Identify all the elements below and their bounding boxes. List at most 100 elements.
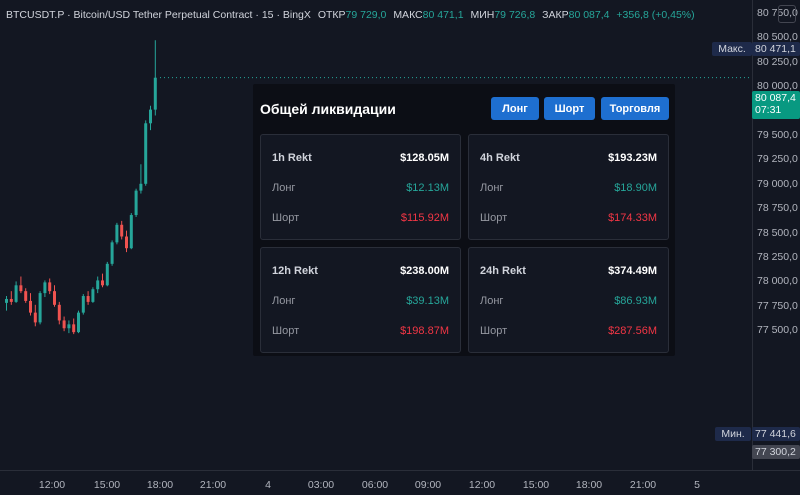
low-value: 79 726,8 — [494, 9, 536, 21]
time-axis[interactable]: 12:00 15:00 18:00 21:00 4 03:00 06:00 09:00 12:0… — [0, 470, 800, 495]
short-value: $115.92M — [400, 212, 449, 224]
short-label: Шорт — [272, 325, 300, 337]
long-button[interactable]: Лонг — [491, 97, 539, 120]
short-value: $174.33M — [608, 212, 657, 224]
candle-body — [14, 285, 18, 302]
candle-body — [72, 324, 76, 333]
time-tick-label: 09:00 — [414, 479, 442, 491]
long-label: Лонг — [480, 295, 504, 307]
price-tick-label: 77 750,0 — [757, 299, 798, 312]
min-price-value: 77 441,6 — [752, 427, 800, 441]
time-tick-label: 18:00 — [146, 479, 174, 491]
period-label: 12h Rekt — [272, 265, 318, 277]
short-label: Шорт — [272, 212, 300, 224]
candle-body — [77, 312, 80, 333]
candle-body — [96, 280, 100, 290]
candle-body — [38, 293, 42, 323]
close-value: 80 087,4 — [568, 9, 610, 21]
low-price-label: 77 300,2 — [752, 445, 800, 459]
price-tick-label: 78 250,0 — [757, 251, 798, 263]
candle-body — [57, 304, 61, 321]
total-value: $128.05M — [400, 152, 449, 164]
interval: 15 — [261, 9, 274, 21]
price-tick-label: 79 250,0 — [757, 153, 798, 166]
time-tick-label: 18:00 — [575, 479, 603, 491]
high-value: 80 471,1 — [422, 9, 464, 21]
total-value: $374.49M — [608, 265, 657, 277]
open-value: 79 729,0 — [345, 9, 387, 21]
short-button[interactable]: Шорт — [544, 97, 595, 120]
long-label: Лонг — [272, 295, 296, 307]
period-label: 4h Rekt — [480, 152, 520, 164]
time-tick-label: 15:00 — [522, 479, 550, 491]
candle-body — [139, 183, 143, 191]
open-label: ОТКР — [317, 9, 346, 21]
time-tick-label: 12:00 — [38, 479, 66, 491]
liquidation-title: Общей ликвидации — [260, 101, 396, 117]
price-axis[interactable]: 80 750,080 500,080 250,080 000,079 750,0… — [752, 0, 800, 470]
trade-button[interactable]: Торговля — [601, 97, 669, 120]
candle-body — [110, 242, 114, 264]
long-value: $18.90M — [614, 182, 657, 194]
liquidation-card-4h: 4h Rekt $193.23M Лонг $18.90M Шорт $174.33M — [468, 134, 669, 240]
short-label: Шорт — [480, 212, 508, 224]
long-value: $12.13M — [406, 182, 449, 194]
long-label: Лонг — [480, 182, 504, 194]
long-value: $86.93M — [614, 295, 657, 307]
price-tick-label: 80 250,0 — [757, 55, 798, 68]
candle-body — [120, 224, 124, 237]
price-tick-label: 79 000,0 — [757, 177, 798, 190]
high-label: МАКС — [393, 9, 423, 21]
candle-body — [81, 296, 85, 313]
time-tick-label: 21:00 — [629, 479, 657, 491]
candle-body — [24, 291, 28, 301]
candle-body — [129, 215, 133, 249]
min-price-tag: Мин. — [715, 427, 751, 441]
candle-body — [19, 285, 23, 292]
long-label: Лонг — [272, 182, 296, 194]
candle-body — [67, 324, 71, 329]
candle-body — [115, 224, 119, 243]
max-price-value: 80 471,1 — [752, 42, 800, 56]
liquidation-card-12h: 12h Rekt $238.00M Лонг $39.13M Шорт $198.87… — [260, 247, 461, 353]
time-tick-label: 12:00 — [468, 479, 496, 491]
exchange: BingX — [282, 9, 311, 21]
candle-body — [5, 298, 8, 303]
period-label: 24h Rekt — [480, 265, 526, 277]
time-tick-label: 06:00 — [361, 479, 389, 491]
last-price-badge: 80 087,4 07:31 — [752, 91, 800, 119]
price-tick-label: 78 750,0 — [757, 202, 798, 215]
candle-body — [105, 263, 109, 286]
candle-body — [33, 312, 37, 323]
candle-body — [134, 190, 138, 216]
low-label: МИН — [470, 9, 495, 21]
settings-gear-icon[interactable] — [778, 5, 796, 23]
time-tick-label: 5 — [694, 479, 700, 491]
liquidation-card-24h: 24h Rekt $374.49M Лонг $86.93M Шорт $287.56… — [468, 247, 669, 353]
candle-body — [125, 236, 128, 249]
symbol-legend: BTCUSDT.P · Bitcoin/USD Tether Perpetual… — [6, 9, 695, 21]
candle-body — [149, 109, 152, 124]
symbol-description: Bitcoin/USD Tether Perpetual Contract — [73, 9, 253, 21]
time-tick-label: 03:00 — [307, 479, 335, 491]
candle-body — [91, 289, 95, 302]
candle-body — [101, 280, 104, 286]
bar-countdown: 07:31 — [755, 104, 782, 116]
close-label: ЗАКР — [542, 9, 569, 21]
short-label: Шорт — [480, 325, 508, 337]
price-tick-label: 79 500,0 — [757, 129, 798, 141]
candle-body — [29, 300, 32, 313]
candle-body — [48, 282, 52, 292]
candle-body — [43, 282, 47, 294]
time-tick-label: 21:00 — [199, 479, 227, 491]
candle-body — [62, 320, 66, 329]
total-value: $238.00M — [400, 265, 449, 277]
candle-body — [86, 296, 90, 302]
change-value: +356,8 (+0,45%) — [616, 9, 695, 21]
liquidation-panel: Общей ликвидации Лонг Шорт Торговля 1h R… — [253, 84, 675, 356]
time-tick-label: 4 — [265, 479, 271, 491]
candle-body — [153, 77, 157, 110]
last-price-value: 80 087,4 — [755, 92, 796, 104]
time-tick-label: 15:00 — [93, 479, 121, 491]
symbol-name[interactable]: BTCUSDT.P — [6, 9, 64, 21]
